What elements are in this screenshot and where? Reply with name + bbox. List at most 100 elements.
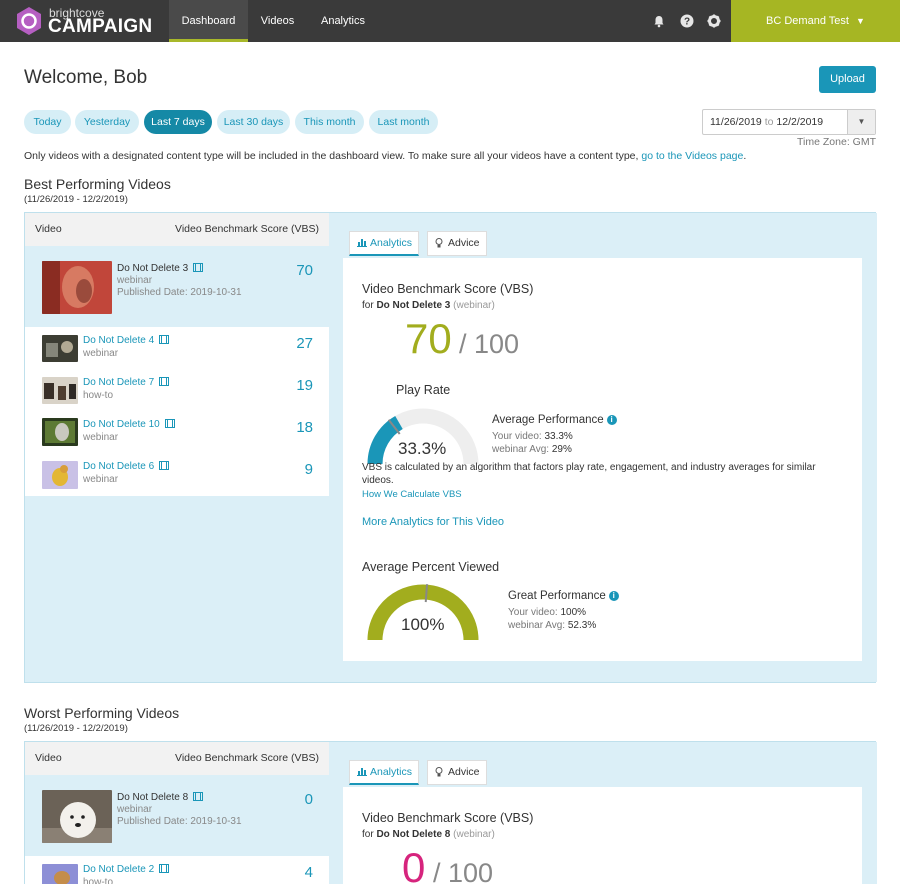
vbs-subheading: for Do Not Delete 3 (webinar) bbox=[362, 300, 495, 311]
video-title[interactable]: Do Not Delete 8 bbox=[117, 792, 204, 803]
worst-section-title: Worst Performing Videos bbox=[24, 705, 180, 721]
video-list-header: Video Video Benchmark Score (VBS) bbox=[25, 742, 329, 775]
your-video-label: Your video: bbox=[508, 607, 558, 618]
play-rate-your-video: Your video: 33.3% bbox=[492, 431, 573, 442]
account-menu[interactable]: BC Demand Test ▼ bbox=[731, 0, 900, 42]
nav-tab-videos[interactable]: Videos bbox=[251, 0, 304, 42]
vbs-video-name: Do Not Delete 8 bbox=[376, 829, 451, 840]
video-list-header: Video Video Benchmark Score (VBS) bbox=[25, 213, 329, 246]
filter-last-month[interactable]: Last month bbox=[369, 110, 438, 134]
how-we-calculate-link[interactable]: How We Calculate VBS bbox=[362, 489, 462, 500]
video-row[interactable]: Do Not Delete 6 webinar 9 bbox=[25, 453, 329, 496]
tab-analytics-label: Analytics bbox=[370, 237, 413, 249]
gear-icon[interactable] bbox=[707, 14, 721, 28]
video-type: webinar bbox=[83, 348, 119, 359]
worst-video-list: Video Video Benchmark Score (VBS) Do Not… bbox=[25, 742, 329, 884]
tab-advice[interactable]: Advice bbox=[427, 760, 487, 785]
bell-icon[interactable] bbox=[652, 14, 666, 28]
video-score: 18 bbox=[296, 419, 313, 436]
video-thumbnail bbox=[42, 418, 78, 446]
tab-advice-label: Advice bbox=[448, 766, 480, 778]
bar-chart-icon bbox=[357, 768, 367, 776]
content-type-notice: Only videos with a designated content ty… bbox=[24, 150, 746, 162]
top-nav: brightcove CAMPAIGN Dashboard Videos Ana… bbox=[0, 0, 900, 42]
video-type: webinar bbox=[117, 275, 153, 286]
video-thumbnail bbox=[42, 335, 78, 362]
column-video: Video bbox=[35, 752, 62, 764]
tab-analytics[interactable]: Analytics bbox=[349, 231, 419, 256]
tab-advice[interactable]: Advice bbox=[427, 231, 487, 256]
best-analytics-panel: Analytics Advice Video Benchmark Score (… bbox=[329, 213, 877, 682]
vbs-video-type: (webinar) bbox=[453, 300, 495, 311]
your-video-value: 33.3% bbox=[544, 431, 573, 442]
video-score: 70 bbox=[296, 262, 313, 279]
video-title[interactable]: Do Not Delete 7 bbox=[83, 377, 170, 388]
avg-viewed-gauge-avg-marker bbox=[424, 584, 429, 603]
more-analytics-link[interactable]: More Analytics for This Video bbox=[362, 516, 504, 528]
video-thumbnail bbox=[42, 864, 78, 884]
video-row[interactable]: Do Not Delete 2 how-to 4 bbox=[25, 856, 329, 884]
play-rate-heading: Play Rate bbox=[396, 383, 451, 397]
help-icon[interactable]: ? bbox=[680, 14, 694, 28]
video-type: how-to bbox=[83, 390, 114, 401]
video-type: webinar bbox=[83, 432, 119, 443]
video-published-date: Published Date: 2019-10-31 bbox=[117, 287, 242, 298]
filter-today[interactable]: Today bbox=[24, 110, 71, 134]
avg-label: webinar Avg: bbox=[492, 444, 550, 455]
avg-viewed-value: 100% bbox=[401, 615, 445, 634]
lightbulb-icon bbox=[435, 238, 443, 248]
video-title-text: Do Not Delete 10 bbox=[83, 419, 160, 430]
worst-analytics-panel: Analytics Advice Video Benchmark Score (… bbox=[329, 742, 877, 884]
vbs-score: 70 bbox=[405, 315, 452, 362]
video-title[interactable]: Do Not Delete 4 bbox=[83, 335, 170, 346]
vbs-video-name: Do Not Delete 3 bbox=[376, 300, 451, 311]
svg-text:?: ? bbox=[684, 17, 690, 28]
play-rate-performance: Average Performance i bbox=[492, 414, 617, 426]
filter-this-month[interactable]: This month bbox=[295, 110, 364, 134]
video-row-selected[interactable]: Do Not Delete 3 webinar Published Date: … bbox=[25, 246, 329, 326]
caret-down-icon: ▼ bbox=[856, 16, 865, 26]
best-section-range: (11/26/2019 - 12/2/2019) bbox=[24, 194, 128, 205]
vbs-heading: Video Benchmark Score (VBS) bbox=[362, 811, 534, 825]
bar-chart-icon bbox=[357, 239, 367, 247]
info-icon[interactable]: i bbox=[608, 591, 619, 601]
best-section-title: Best Performing Videos bbox=[24, 176, 171, 192]
nav-tab-dashboard[interactable]: Dashboard bbox=[169, 0, 248, 42]
video-row[interactable]: Do Not Delete 4 webinar 27 bbox=[25, 327, 329, 369]
analytics-card: Video Benchmark Score (VBS) for Do Not D… bbox=[343, 787, 862, 884]
lightbulb-icon bbox=[435, 767, 443, 777]
video-score: 0 bbox=[304, 791, 313, 808]
notice-tail: . bbox=[743, 150, 747, 162]
caret-down-icon[interactable]: ▼ bbox=[847, 110, 875, 134]
nav-tab-analytics[interactable]: Analytics bbox=[311, 0, 375, 42]
play-rate-avg: webinar Avg: 29% bbox=[492, 444, 572, 455]
video-title[interactable]: Do Not Delete 6 bbox=[83, 461, 170, 472]
worst-panel: Video Video Benchmark Score (VBS) Do Not… bbox=[24, 741, 877, 884]
video-score: 19 bbox=[296, 377, 313, 394]
date-to: 12/2/2019 bbox=[776, 116, 824, 128]
tab-analytics[interactable]: Analytics bbox=[349, 760, 419, 785]
video-title[interactable]: Do Not Delete 2 bbox=[83, 864, 170, 875]
brightcove-logo-icon[interactable] bbox=[14, 6, 44, 36]
play-rate-performance-label: Average Performance bbox=[492, 414, 604, 426]
upload-button[interactable]: Upload bbox=[819, 66, 876, 93]
column-video: Video bbox=[35, 223, 62, 235]
filter-yesterday[interactable]: Yesterday bbox=[75, 110, 139, 134]
avg-value: 52.3% bbox=[567, 620, 597, 631]
page-title: Welcome, Bob bbox=[24, 67, 148, 88]
film-icon bbox=[159, 461, 170, 470]
videos-page-link[interactable]: go to the Videos page bbox=[641, 150, 743, 162]
vbs-video-type: (webinar) bbox=[453, 829, 495, 840]
video-row[interactable]: Do Not Delete 10 webinar 18 bbox=[25, 411, 329, 453]
video-title[interactable]: Do Not Delete 3 bbox=[117, 263, 204, 274]
date-range-picker[interactable]: 11/26/2019 to 12/2/2019 ▼ bbox=[702, 109, 876, 135]
video-type: how-to bbox=[83, 877, 114, 884]
video-title[interactable]: Do Not Delete 10 bbox=[83, 419, 175, 430]
filter-last-7-days[interactable]: Last 7 days bbox=[144, 110, 212, 134]
info-icon[interactable]: i bbox=[606, 415, 617, 425]
filter-last-30-days[interactable]: Last 30 days bbox=[217, 110, 290, 134]
vbs-out-of: / 100 bbox=[433, 858, 494, 884]
video-row[interactable]: Do Not Delete 7 how-to 19 bbox=[25, 369, 329, 411]
video-row-selected[interactable]: Do Not Delete 8 webinar Published Date: … bbox=[25, 775, 329, 855]
vbs-explanation: VBS is calculated by an algorithm that f… bbox=[362, 462, 816, 486]
